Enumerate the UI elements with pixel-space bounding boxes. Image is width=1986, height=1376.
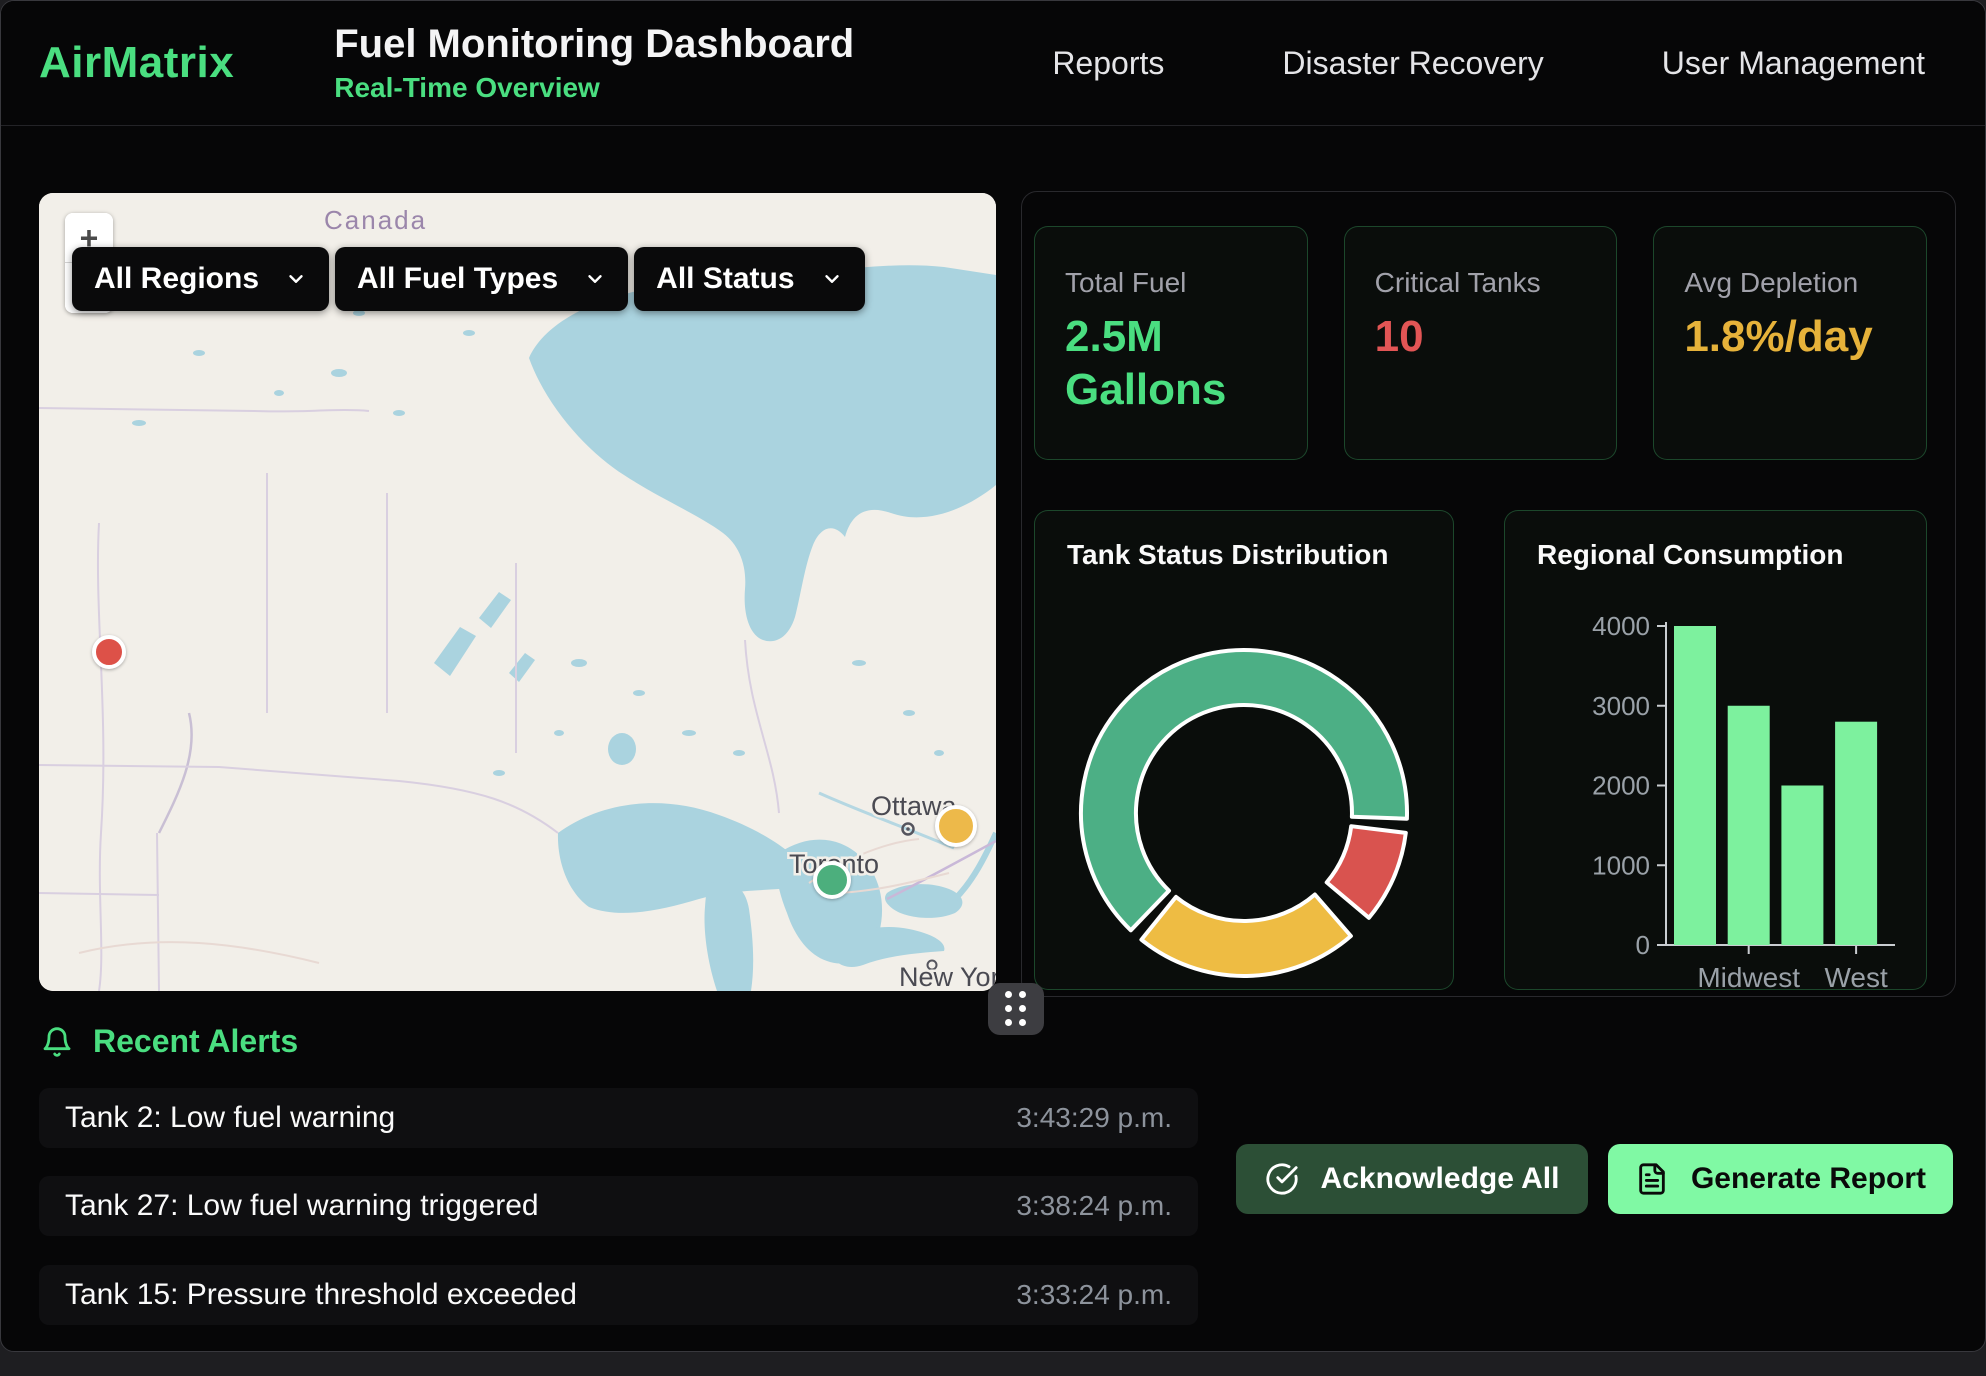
nav-reports[interactable]: Reports xyxy=(1052,45,1164,82)
ottawa-capital-dot-icon xyxy=(906,827,910,831)
bar xyxy=(1781,786,1823,946)
generate-report-button[interactable]: Generate Report xyxy=(1608,1144,1953,1214)
bell-icon xyxy=(41,1026,73,1058)
title-block: Fuel Monitoring Dashboard Real-Time Over… xyxy=(334,22,854,104)
map-terrain: Canada Ottawa Toronto New York xyxy=(39,193,996,991)
tank-marker-warning[interactable] xyxy=(935,805,977,847)
y-tick-label: 4000 xyxy=(1592,611,1650,641)
y-tick-label: 0 xyxy=(1636,930,1650,960)
y-tick-label: 2000 xyxy=(1592,771,1650,801)
stat-value: 10 xyxy=(1375,311,1575,364)
nav-disaster-recovery[interactable]: Disaster Recovery xyxy=(1282,45,1543,82)
resize-grip-icon[interactable] xyxy=(988,983,1044,1035)
alert-row[interactable]: Tank 27: Low fuel warning triggered 3:38… xyxy=(39,1176,1198,1236)
alert-time: 3:43:29 p.m. xyxy=(1016,1102,1172,1134)
check-circle-icon xyxy=(1265,1162,1299,1196)
stat-cards: Total Fuel 2.5M Gallons Critical Tanks 1… xyxy=(1034,226,1927,460)
tank-status-distribution-card: Tank Status Distribution xyxy=(1034,510,1454,990)
map-label-newyork: New York xyxy=(899,962,996,991)
stat-label: Total Fuel xyxy=(1065,267,1277,299)
bar xyxy=(1728,706,1770,945)
alert-message: Tank 2: Low fuel warning xyxy=(65,1101,395,1135)
donut-segment xyxy=(1141,895,1351,976)
regions-filter-label: All Regions xyxy=(94,262,259,296)
x-tick-label: West xyxy=(1824,962,1887,991)
status-filter-label: All Status xyxy=(656,262,794,296)
map-filters: All Regions All Fuel Types All Status xyxy=(72,247,865,311)
document-icon xyxy=(1635,1162,1669,1196)
tank-marker-normal[interactable] xyxy=(813,861,851,899)
chevron-down-icon xyxy=(821,268,843,290)
main-nav: Reports Disaster Recovery User Managemen… xyxy=(1052,45,1985,82)
brand-logo[interactable]: AirMatrix xyxy=(39,38,234,88)
map-label-country: Canada xyxy=(324,205,427,235)
app-window: AirMatrix Fuel Monitoring Dashboard Real… xyxy=(0,0,1986,1352)
stat-label: Critical Tanks xyxy=(1375,267,1587,299)
chevron-down-icon xyxy=(285,268,307,290)
tank-status-donut-chart xyxy=(1035,511,1455,991)
acknowledge-all-button[interactable]: Acknowledge All xyxy=(1236,1144,1588,1214)
regional-consumption-card: Regional Consumption 01000200030004000Mi… xyxy=(1504,510,1927,990)
critical-tanks-card: Critical Tanks 10 xyxy=(1344,226,1618,460)
dashboard-panel: Total Fuel 2.5M Gallons Critical Tanks 1… xyxy=(1021,191,1956,997)
alert-message: Tank 27: Low fuel warning triggered xyxy=(65,1189,539,1223)
total-fuel-card: Total Fuel 2.5M Gallons xyxy=(1034,226,1308,460)
alerts-title: Recent Alerts xyxy=(93,1023,298,1060)
y-tick-label: 1000 xyxy=(1592,850,1650,880)
acknowledge-all-label: Acknowledge All xyxy=(1321,1162,1560,1196)
alert-message: Tank 15: Pressure threshold exceeded xyxy=(65,1278,577,1312)
fuel-types-filter-dropdown[interactable]: All Fuel Types xyxy=(335,247,628,311)
alert-row[interactable]: Tank 2: Low fuel warning 3:43:29 p.m. xyxy=(39,1088,1198,1148)
alerts-header: Recent Alerts xyxy=(41,1023,298,1060)
stat-value: 1.8%/day xyxy=(1684,311,1884,364)
page-subtitle: Real-Time Overview xyxy=(334,72,854,104)
donut-segment xyxy=(1327,826,1406,918)
generate-report-label: Generate Report xyxy=(1691,1162,1926,1196)
chevron-down-icon xyxy=(584,268,606,290)
y-tick-label: 3000 xyxy=(1592,691,1650,721)
stat-value: 2.5M Gallons xyxy=(1065,311,1265,417)
map-panel[interactable]: Canada Ottawa Toronto New York + − All R… xyxy=(39,193,996,991)
status-filter-dropdown[interactable]: All Status xyxy=(634,247,864,311)
fuel-types-filter-label: All Fuel Types xyxy=(357,262,558,296)
avg-depletion-card: Avg Depletion 1.8%/day xyxy=(1653,226,1927,460)
page-title: Fuel Monitoring Dashboard xyxy=(334,22,854,66)
regional-consumption-bar-chart: 0 1000 2000 3000 4000 Midwest West xyxy=(1505,511,1928,991)
nav-user-management[interactable]: User Management xyxy=(1662,45,1925,82)
header: AirMatrix Fuel Monitoring Dashboard Real… xyxy=(1,1,1985,126)
alert-row[interactable]: Tank 15: Pressure threshold exceeded 3:3… xyxy=(39,1265,1198,1325)
stat-label: Avg Depletion xyxy=(1684,267,1896,299)
bar xyxy=(1835,722,1877,945)
alert-time: 3:38:24 p.m. xyxy=(1016,1190,1172,1222)
x-tick-label: Midwest xyxy=(1697,962,1800,991)
bar xyxy=(1674,626,1716,945)
regions-filter-dropdown[interactable]: All Regions xyxy=(72,247,329,311)
tank-marker-critical[interactable] xyxy=(92,635,126,669)
alert-time: 3:33:24 p.m. xyxy=(1016,1279,1172,1311)
